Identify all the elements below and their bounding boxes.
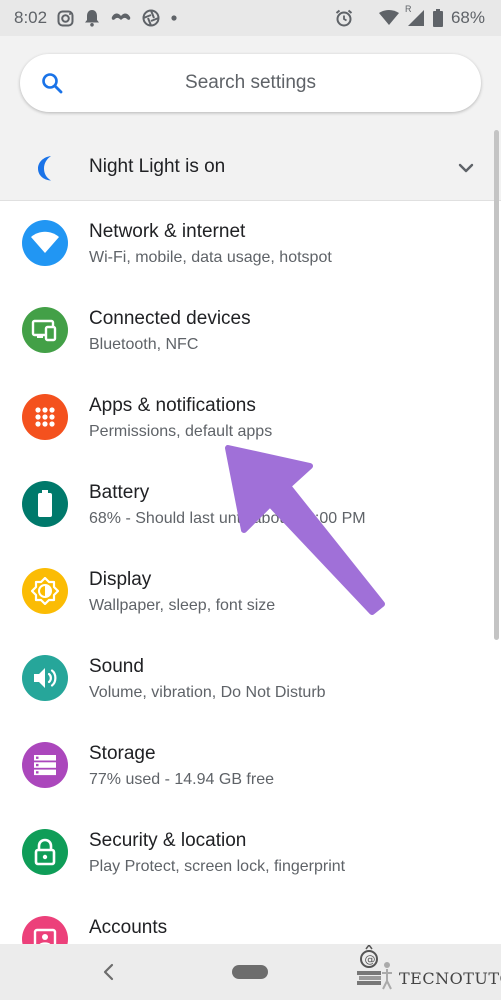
instagram-icon	[57, 10, 74, 27]
wifi-icon	[22, 220, 68, 266]
devices-icon	[22, 307, 68, 353]
battery-percentage: 68%	[450, 8, 485, 27]
item-title: Connected devices	[89, 308, 251, 329]
search-bar[interactable]: Search settings	[20, 54, 481, 112]
watermark: @ TECNOTUTO	[355, 943, 501, 996]
item-subtitle: Bluetooth, NFC	[89, 336, 199, 353]
svg-text:@: @	[365, 953, 376, 966]
settings-item-apps[interactable]: Apps & notifications Permissions, defaul…	[0, 375, 501, 462]
settings-item-display[interactable]: Display Wallpaper, sleep, font size	[0, 549, 501, 636]
settings-item-storage[interactable]: Storage 77% used - 14.94 GB free	[0, 723, 501, 810]
bell-icon	[84, 9, 100, 27]
settings-item-security[interactable]: Security & location Play Protect, screen…	[0, 810, 501, 897]
status-time: 8:02	[14, 8, 48, 27]
item-title: Storage	[89, 743, 156, 764]
item-title: Network & internet	[89, 221, 246, 242]
search-area: Search settings	[0, 36, 501, 136]
signal-icon: R	[405, 4, 425, 27]
scrollbar[interactable]	[494, 130, 499, 640]
dot-icon	[170, 14, 178, 22]
status-bar: 8:02 R 68%	[0, 0, 501, 36]
item-subtitle: 68% - Should last until about 12:00 PM	[89, 510, 366, 527]
item-subtitle: Wallpaper, sleep, font size	[89, 597, 276, 614]
brightness-icon	[22, 568, 68, 614]
roaming-badge: R	[404, 3, 412, 14]
watermark-logo-icon: @	[355, 943, 395, 996]
alarm-icon	[335, 9, 353, 27]
wifi-icon	[378, 10, 399, 26]
item-subtitle: 77% used - 14.94 GB free	[89, 771, 274, 788]
item-title: Battery	[89, 482, 150, 503]
item-title: Display	[89, 569, 152, 590]
watermark-text: TECNOTUTO	[399, 969, 501, 988]
item-title: Sound	[89, 656, 144, 677]
settings-item-battery[interactable]: Battery 68% - Should last until about 12…	[0, 462, 501, 549]
moon-icon	[34, 154, 60, 182]
chevron-down-icon[interactable]	[455, 158, 477, 178]
item-title: Accounts	[89, 917, 168, 938]
lock-icon	[22, 829, 68, 875]
storage-icon	[22, 742, 68, 788]
night-light-label: Night Light is on	[89, 156, 226, 177]
night-light-suggestion[interactable]: Night Light is on	[0, 136, 501, 200]
back-chevron-icon[interactable]	[98, 961, 120, 983]
home-pill-icon[interactable]	[232, 965, 268, 979]
battery-icon	[22, 481, 68, 527]
mustache-icon	[110, 12, 132, 24]
item-subtitle: Play Protect, screen lock, fingerprint	[89, 858, 346, 875]
aperture-icon	[142, 9, 160, 27]
item-title: Apps & notifications	[89, 395, 256, 416]
apps-grid-icon	[22, 394, 68, 440]
settings-item-sound[interactable]: Sound Volume, vibration, Do Not Disturb	[0, 636, 501, 723]
speaker-icon	[22, 655, 68, 701]
settings-item-network[interactable]: Network & internet Wi-Fi, mobile, data u…	[0, 201, 501, 288]
item-subtitle: Permissions, default apps	[89, 423, 273, 440]
search-icon	[40, 71, 64, 95]
item-title: Security & location	[89, 830, 247, 851]
search-placeholder: Search settings	[185, 72, 316, 93]
settings-item-connected-devices[interactable]: Connected devices Bluetooth, NFC	[0, 288, 501, 375]
item-subtitle: Volume, vibration, Do Not Disturb	[89, 684, 326, 701]
item-subtitle: Wi-Fi, mobile, data usage, hotspot	[89, 249, 332, 266]
battery-icon	[432, 9, 443, 27]
